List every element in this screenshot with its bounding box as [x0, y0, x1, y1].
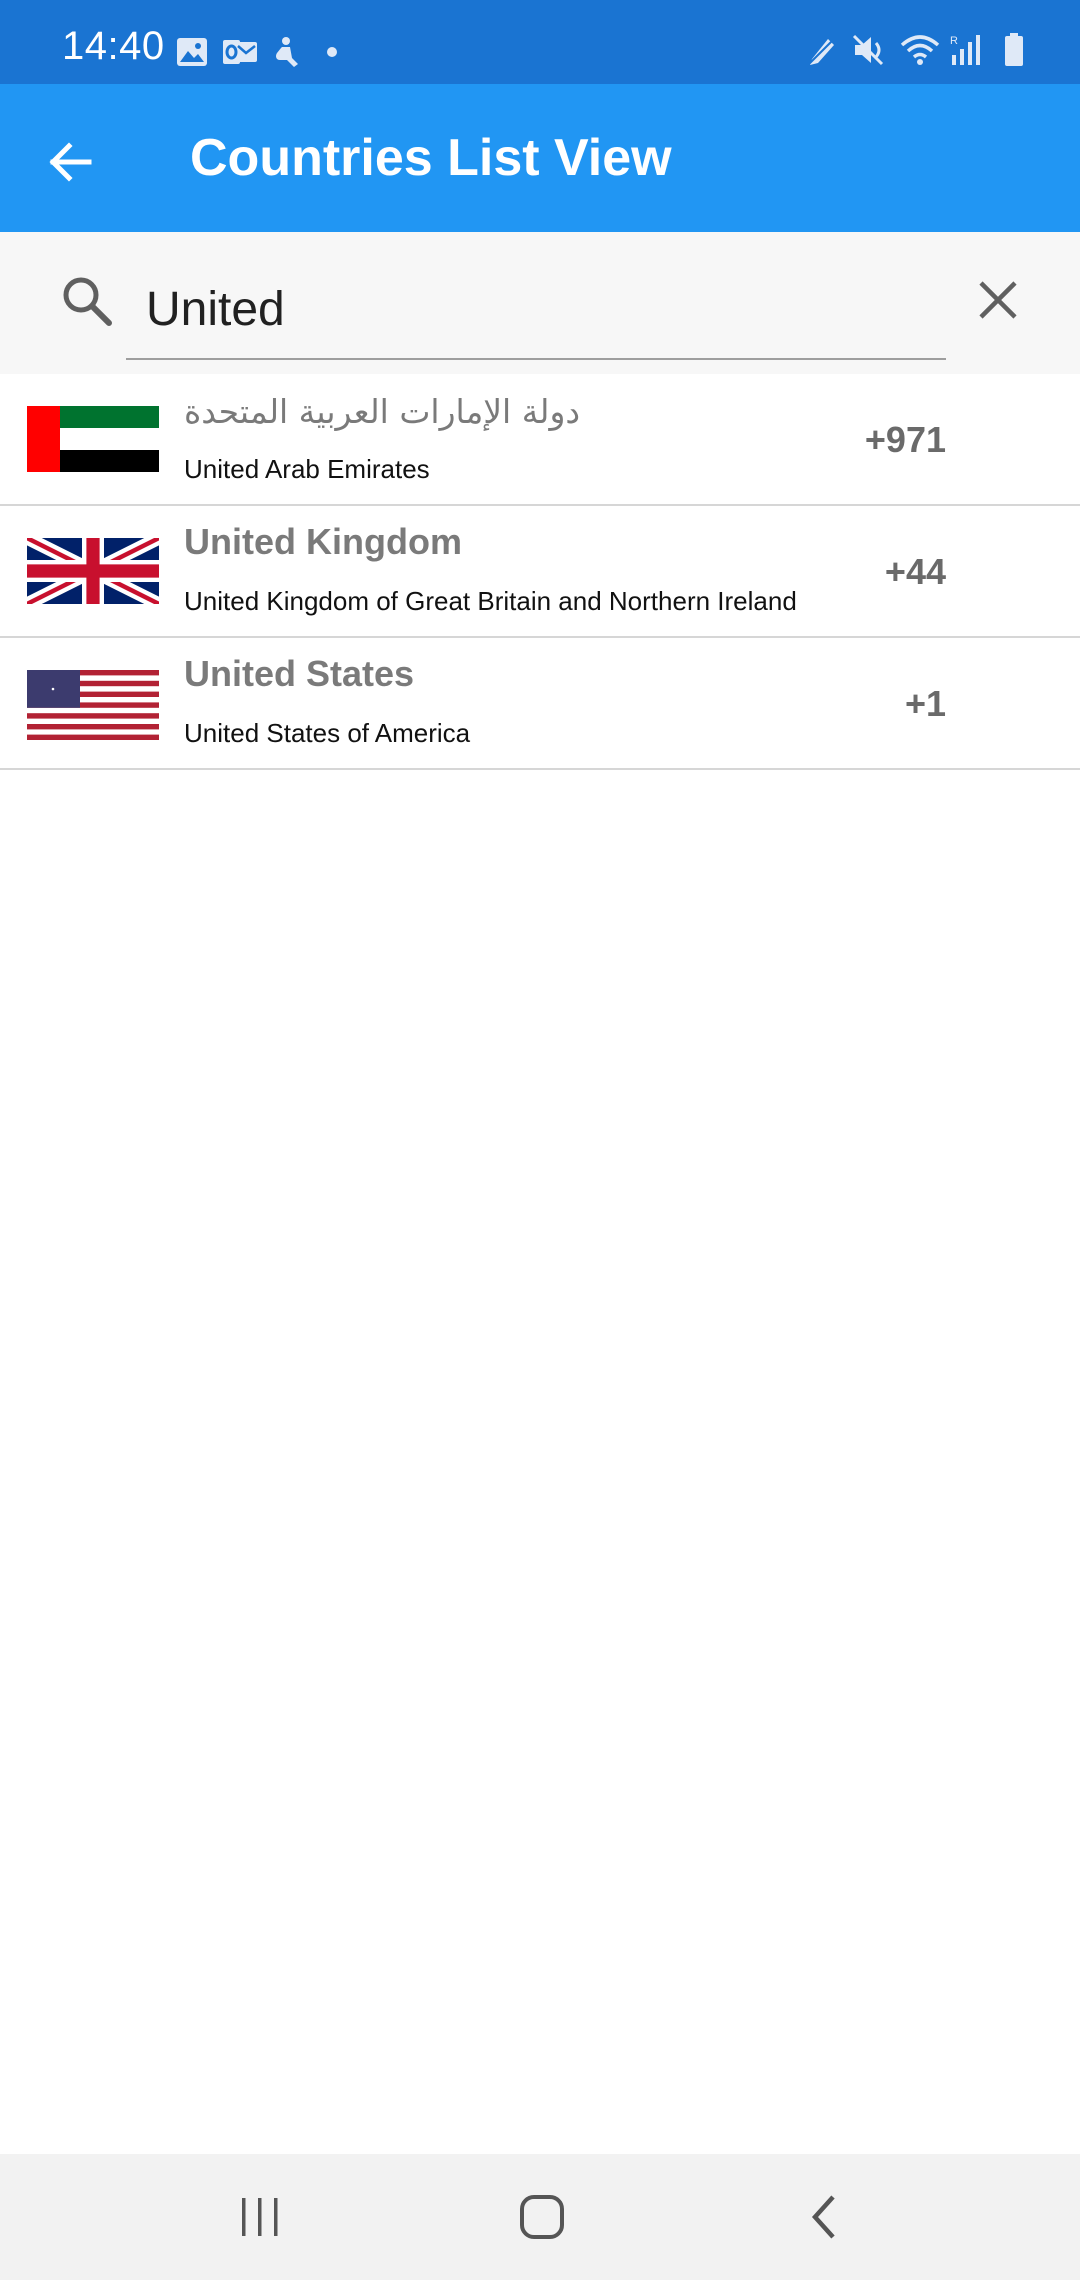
edge-panel-icon [806, 33, 840, 67]
arrow-back-icon [47, 139, 93, 185]
dot-icon [326, 46, 338, 58]
search-icon [54, 268, 118, 332]
country-official-name: United States of America [184, 718, 471, 748]
accessibility-icon [272, 36, 300, 68]
outlook-icon [222, 37, 258, 67]
country-row-uk[interactable]: United Kingdom United Kingdom of Great B… [0, 506, 1080, 638]
system-back-button[interactable] [784, 2177, 864, 2257]
search-input[interactable] [126, 260, 946, 360]
signal-icon: R [950, 33, 982, 67]
country-native-name: دولة الإمارات العربية المتحدة [184, 392, 581, 431]
recents-button[interactable] [220, 2177, 300, 2257]
country-dial-code: +1 [904, 683, 946, 724]
status-time: 14:40 [62, 24, 165, 68]
country-native-name: United Kingdom [184, 521, 462, 562]
country-row-uae[interactable]: دولة الإمارات العربية المتحدة United Ara… [0, 374, 1080, 506]
back-nav-icon [809, 2194, 839, 2240]
country-row-us[interactable]: United States United States of America +… [0, 638, 1080, 770]
screen: 14:40 R Countries List View United دولة … [0, 0, 1080, 2280]
mute-icon [852, 33, 888, 67]
country-native-name: United States [184, 653, 415, 694]
country-dial-code: +44 [884, 551, 946, 592]
clear-search-button[interactable] [966, 268, 1030, 332]
recents-icon [238, 2197, 282, 2237]
gallery-icon [176, 37, 208, 67]
status-right-icons: R [806, 30, 1024, 70]
search-bar [0, 232, 1080, 374]
country-official-name: United Arab Emirates [184, 454, 430, 484]
country-official-name: United Kingdom of Great Britain and Nort… [184, 586, 797, 616]
wifi-icon [900, 33, 940, 67]
us-flag-icon [27, 670, 159, 740]
battery-icon [1004, 33, 1024, 67]
country-list: دولة الإمارات العربية المتحدة United Ara… [0, 374, 1080, 770]
back-button[interactable] [30, 122, 110, 202]
home-icon [519, 2194, 565, 2240]
home-button[interactable] [502, 2177, 582, 2257]
page-title: Countries List View [190, 129, 672, 187]
close-icon [977, 279, 1019, 321]
navigation-bar [0, 2154, 1080, 2280]
status-bar: 14:40 R [0, 0, 1080, 84]
country-dial-code: +971 [864, 419, 946, 460]
uae-flag-icon [27, 406, 159, 472]
uk-flag-icon [27, 538, 159, 604]
status-left-icons [176, 34, 338, 70]
app-bar: Countries List View [0, 84, 1080, 232]
svg-text:R: R [950, 35, 958, 47]
